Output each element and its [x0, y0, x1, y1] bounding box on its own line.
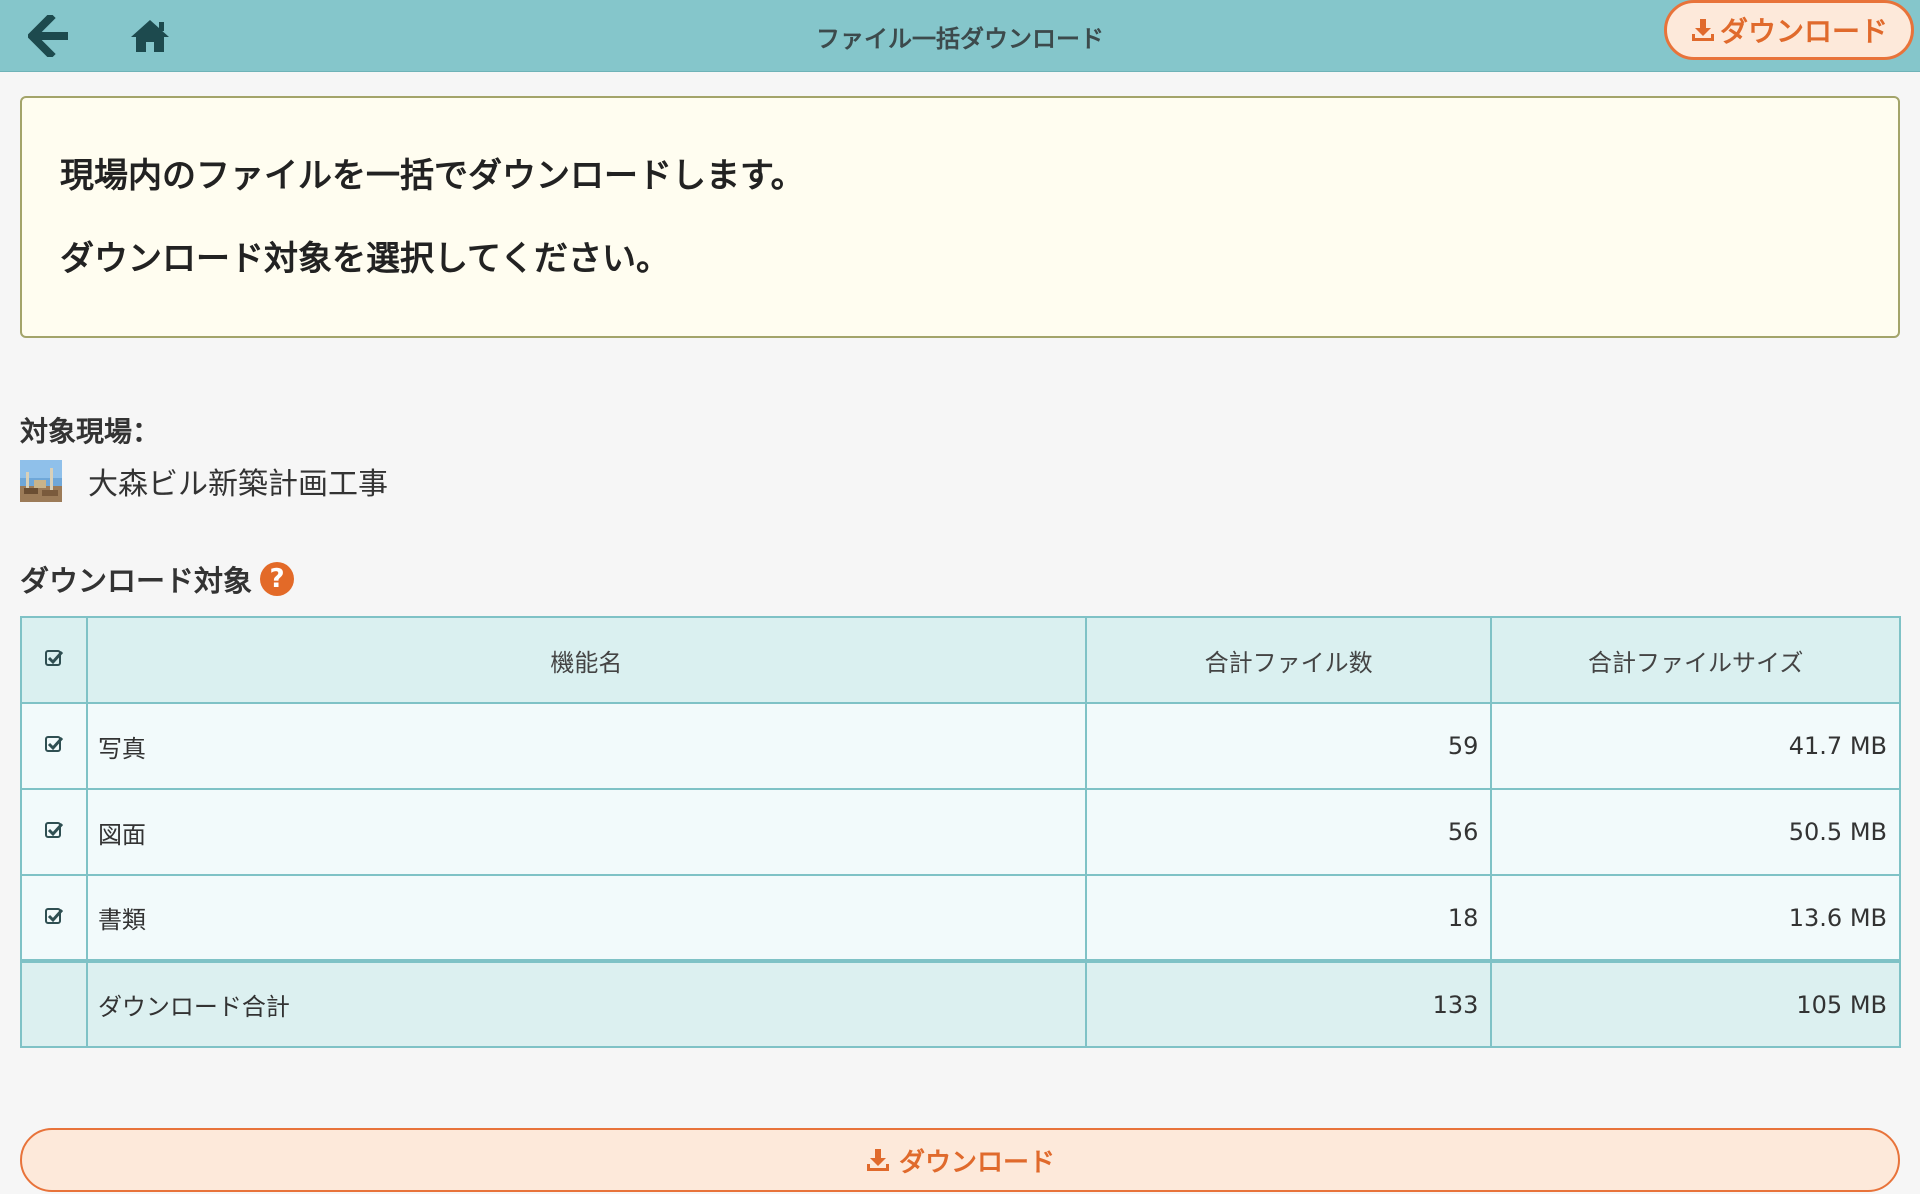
info-text-2: ダウンロード対象を選択してください。: [60, 239, 670, 279]
row-function-name: 書類: [85, 874, 1087, 962]
row-function-name: 図面: [85, 788, 1087, 876]
row-file-size: 50.5 MB: [1490, 788, 1901, 876]
row-file-count: 59: [1084, 702, 1493, 790]
total-empty-cell: [20, 959, 88, 1048]
header-file-count: 合計ファイル数: [1084, 616, 1493, 704]
row-check-cell: [20, 788, 88, 876]
info-text-1: 現場内のファイルを一括でダウンロードします。: [60, 156, 805, 196]
row-file-count: 56: [1084, 788, 1493, 876]
header-download-label: ダウンロード: [1719, 15, 1888, 48]
row-file-size: 13.6 MB: [1490, 874, 1901, 962]
site-thumbnail-image: [20, 460, 62, 502]
home-icon: [131, 20, 169, 52]
checkbox-checked-icon: [44, 736, 64, 752]
download-target-table: 機能名 合計ファイル数 合計ファイルサイズ 写真 59 41.7 MB 図面 5…: [20, 616, 1901, 1048]
download-target-heading: ダウンロード対象 ?: [20, 558, 295, 600]
total-file-count: 133: [1084, 959, 1493, 1048]
table-total-row: ダウンロード合計 133 105 MB: [20, 959, 1901, 1048]
row-file-size: 41.7 MB: [1490, 702, 1901, 790]
row-checkbox[interactable]: [43, 905, 65, 927]
table-row: 書類 18 13.6 MB: [20, 874, 1901, 962]
header-download-button[interactable]: ダウンロード: [1664, 0, 1914, 60]
app-header: ファイル一括ダウンロード ダウンロード: [0, 0, 1920, 72]
bottom-download-label: ダウンロード: [898, 1147, 1055, 1178]
row-function-name: 写真: [85, 702, 1087, 790]
site-name: 大森ビル新築計画工事: [88, 467, 388, 502]
select-all-checkbox[interactable]: [43, 647, 65, 669]
download-icon: [1691, 19, 1714, 41]
header-select-all-cell: [20, 616, 88, 704]
target-site-label: 対象現場：: [20, 415, 161, 448]
row-checkbox[interactable]: [43, 733, 65, 755]
back-button[interactable]: [22, 8, 78, 64]
checkbox-checked-icon: [44, 907, 64, 924]
bottom-download-button[interactable]: ダウンロード: [20, 1128, 1900, 1192]
total-file-size: 105 MB: [1490, 959, 1901, 1048]
page-title: ファイル一括ダウンロード: [816, 24, 1104, 53]
checkbox-checked-icon: [44, 650, 64, 666]
info-panel: 現場内のファイルを一括でダウンロードします。 ダウンロード対象を選択してください…: [20, 96, 1900, 338]
download-target-label: ダウンロード対象: [20, 564, 253, 598]
row-checkbox[interactable]: [43, 819, 65, 841]
table-row: 写真 59 41.7 MB: [20, 702, 1901, 790]
download-icon: [866, 1149, 889, 1171]
header-function-name: 機能名: [85, 616, 1087, 704]
table-row: 図面 56 50.5 MB: [20, 788, 1901, 876]
row-check-cell: [20, 874, 88, 962]
home-button[interactable]: [122, 8, 178, 64]
checkbox-checked-icon: [44, 822, 64, 838]
help-icon[interactable]: ?: [260, 562, 295, 596]
row-file-count: 18: [1084, 874, 1493, 962]
total-label: ダウンロード合計: [85, 959, 1087, 1048]
arrow-left-icon: [28, 15, 68, 57]
row-check-cell: [20, 702, 88, 790]
table-header-row: 機能名 合計ファイル数 合計ファイルサイズ: [20, 616, 1901, 704]
header-file-size: 合計ファイルサイズ: [1490, 616, 1901, 704]
